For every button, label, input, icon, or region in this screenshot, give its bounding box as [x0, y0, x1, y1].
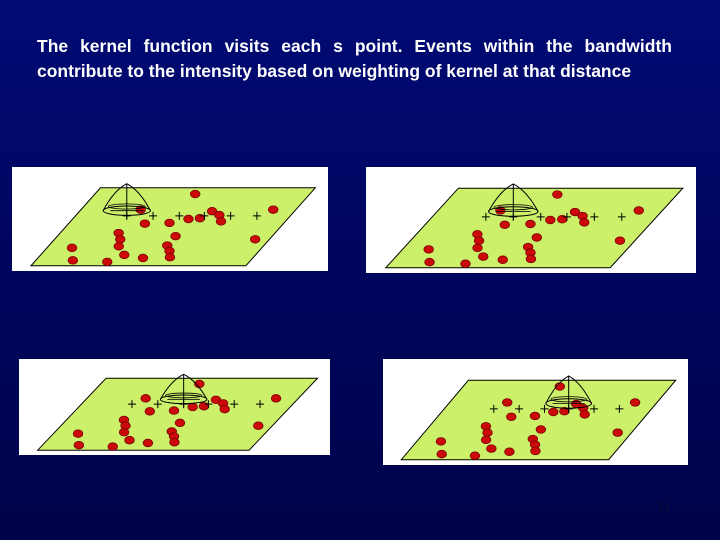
event-point [552, 190, 563, 199]
event-point [469, 451, 481, 460]
event-point [66, 243, 78, 253]
event-point [579, 410, 590, 419]
event-point [140, 394, 151, 403]
event-point [118, 427, 130, 437]
event-point [183, 214, 194, 224]
kernel-figure-4 [383, 359, 688, 465]
event-point [531, 233, 543, 242]
event-point [107, 442, 118, 451]
kernel-diagram [29, 183, 317, 267]
event-point [472, 243, 483, 253]
event-point [137, 253, 149, 263]
event-point [629, 398, 641, 407]
event-point [187, 402, 198, 412]
event-point [115, 235, 126, 244]
kernel-diagram [384, 183, 684, 269]
event-point [499, 220, 510, 229]
event-point [124, 435, 135, 445]
event-point [614, 236, 626, 245]
kernel-figure-3 [19, 359, 330, 455]
event-point [504, 447, 515, 456]
event-point [435, 437, 447, 446]
event-point [144, 407, 155, 416]
event-point [164, 218, 175, 228]
event-point [249, 235, 261, 244]
event-point [502, 398, 513, 407]
event-point [436, 449, 447, 459]
event-point [253, 421, 264, 430]
event-point [480, 435, 492, 445]
event-point [545, 215, 556, 225]
event-point [525, 219, 536, 229]
event-point [119, 250, 130, 260]
event-point [529, 411, 541, 421]
kernel-diagram [36, 373, 319, 451]
event-point [530, 446, 541, 456]
event-point [113, 242, 124, 251]
event-point [169, 438, 180, 447]
event-point [198, 402, 210, 411]
event-point [486, 444, 497, 453]
event-point [219, 404, 230, 414]
event-point [506, 412, 517, 421]
event-point [164, 253, 176, 262]
event-point [497, 255, 508, 264]
slide-body-text: The kernel function visits each s point.… [37, 36, 672, 81]
event-point [548, 407, 559, 417]
kernel-diagram [400, 375, 677, 461]
kernel-figure-2 [366, 167, 696, 273]
kernel-figure-1 [12, 167, 328, 271]
event-point [460, 259, 471, 268]
event-point [423, 245, 434, 254]
event-point [424, 257, 435, 267]
event-point [142, 438, 154, 448]
event-point [535, 425, 547, 434]
event-point [73, 440, 85, 450]
event-point [482, 428, 493, 437]
event-point [168, 406, 180, 415]
event-point [633, 206, 644, 215]
event-point [579, 218, 590, 227]
event-point [525, 254, 537, 264]
event-point [268, 205, 279, 214]
event-point [612, 428, 623, 437]
event-point [478, 252, 489, 261]
slide-page-number: 31 [657, 500, 671, 514]
event-point [139, 219, 151, 228]
event-point [170, 231, 181, 241]
event-point [189, 189, 201, 199]
event-point [67, 256, 79, 265]
event-point [270, 394, 282, 403]
event-point [102, 257, 113, 267]
event-point [72, 429, 84, 438]
event-point [473, 236, 485, 245]
event-point [174, 418, 186, 428]
event-point [215, 217, 227, 226]
